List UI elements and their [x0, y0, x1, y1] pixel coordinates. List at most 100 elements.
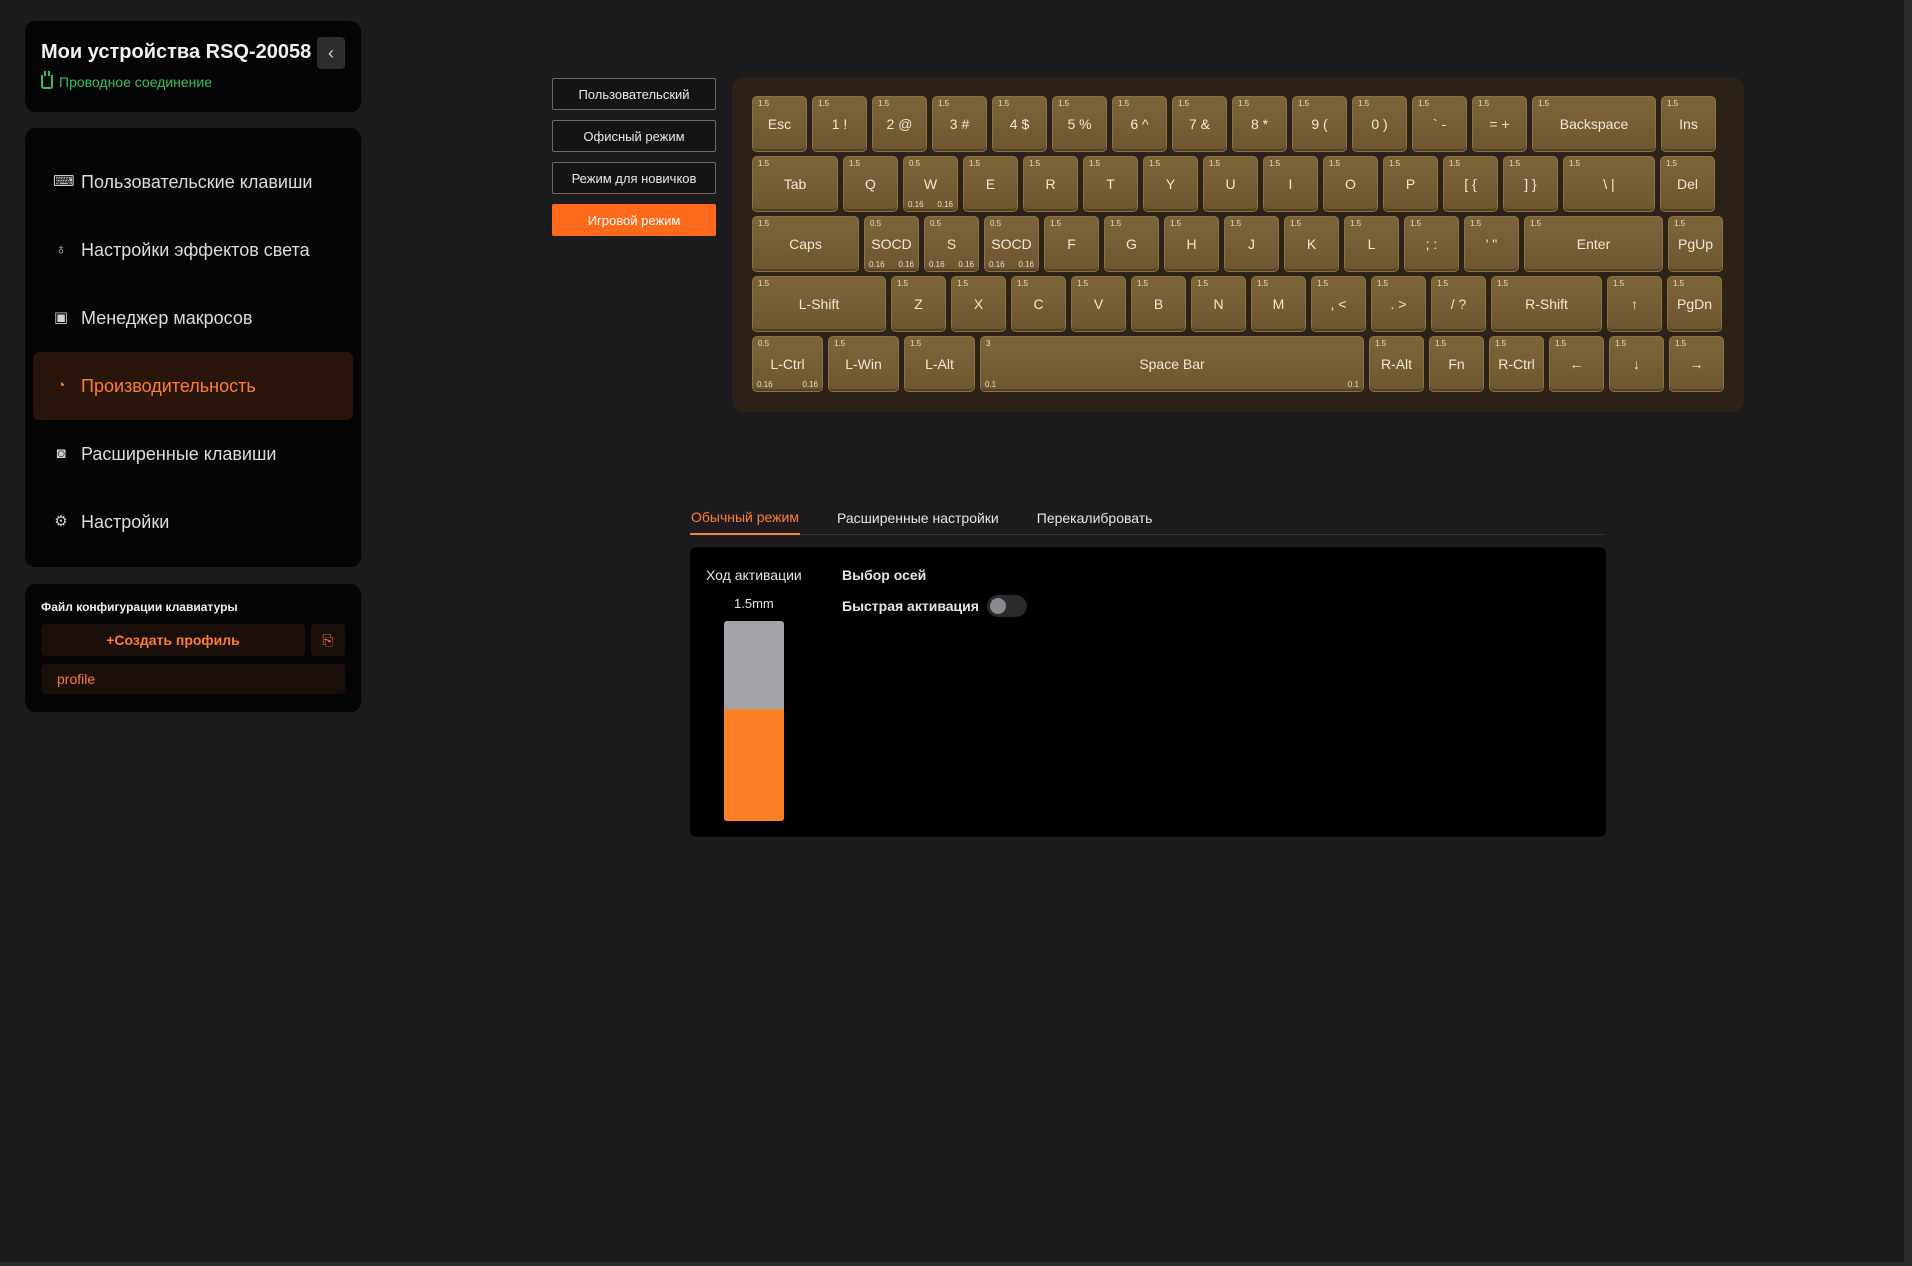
key[interactable]: 1.5 M — [1251, 276, 1306, 332]
sidebar-item-lighting[interactable]: ♁ Настройки эффектов света — [33, 216, 353, 284]
key[interactable]: 1.5 5 % — [1052, 96, 1107, 152]
key[interactable]: 1.5 R — [1023, 156, 1078, 212]
key[interactable]: 1.5 T — [1083, 156, 1138, 212]
key-label: Z — [914, 296, 923, 312]
sidebar-item-custom-keys[interactable]: ⌨ Пользовательские клавиши — [33, 148, 353, 216]
key[interactable]: 1.5 E — [963, 156, 1018, 212]
create-profile-button[interactable]: +Создать профиль — [41, 624, 305, 656]
key[interactable]: 1.5 B — [1131, 276, 1186, 332]
key[interactable]: 1.5 Backspace — [1532, 96, 1656, 152]
key[interactable]: 1.5 Q — [843, 156, 898, 212]
key[interactable]: 1.5 ← — [1549, 336, 1604, 392]
key[interactable]: 1.5 9 ( — [1292, 96, 1347, 152]
key[interactable]: 1.5 Enter — [1524, 216, 1663, 272]
key-actuation-point: 1.5 — [1170, 219, 1182, 228]
key[interactable]: 1.5 Tab — [752, 156, 838, 212]
key[interactable]: 1.5 Caps — [752, 216, 859, 272]
key[interactable]: 1.5 ' " — [1464, 216, 1519, 272]
sidebar-item-settings[interactable]: ⚙ Настройки — [33, 488, 353, 556]
key[interactable]: 1.5[ { — [1443, 156, 1498, 212]
key[interactable]: 1.5 Del — [1660, 156, 1715, 212]
key[interactable]: 1.5 1 ! — [812, 96, 867, 152]
profile-list-item[interactable]: profile — [41, 664, 345, 694]
key[interactable]: 1.5 L-Alt — [904, 336, 975, 392]
key[interactable]: 3 Space Bar 0.1 0.1 — [980, 336, 1364, 392]
key[interactable]: 1.5 → — [1669, 336, 1724, 392]
key[interactable]: 1.5 4 $ — [992, 96, 1047, 152]
rapid-trigger-toggle[interactable] — [986, 595, 1027, 617]
key[interactable]: 0.5 L-Ctrl 0.16 0.16 — [752, 336, 823, 392]
key[interactable]: 1.5 Esc — [752, 96, 807, 152]
key[interactable]: 1.5 N — [1191, 276, 1246, 332]
key[interactable]: 1.5 O — [1323, 156, 1378, 212]
key[interactable]: 1.5 V — [1071, 276, 1126, 332]
mode-office-button[interactable]: Офисный режим — [552, 120, 716, 152]
key[interactable]: 1.5 U — [1203, 156, 1258, 212]
key[interactable]: 1.5] } — [1503, 156, 1558, 212]
key[interactable]: 1.5 K — [1284, 216, 1339, 272]
key[interactable]: 1.5 L-Shift — [752, 276, 886, 332]
key[interactable]: 1.5 H — [1164, 216, 1219, 272]
key-actuation-point: 1.5 — [1437, 279, 1449, 288]
key[interactable]: 1.5 X — [951, 276, 1006, 332]
key[interactable]: 1.5 7 & — [1172, 96, 1227, 152]
key[interactable]: 1.5 3 # — [932, 96, 987, 152]
key[interactable]: 1.5. > — [1371, 276, 1426, 332]
key-label: K — [1306, 236, 1317, 252]
key[interactable]: 1.5 P — [1383, 156, 1438, 212]
key[interactable]: 1.5 R-Alt — [1369, 336, 1424, 392]
key[interactable]: 1.5 6 ^ — [1112, 96, 1167, 152]
key[interactable]: 1.5 L — [1344, 216, 1399, 272]
key[interactable]: 1.5 2 @ — [872, 96, 927, 152]
mode-gaming-button[interactable]: Игровой режим — [552, 204, 716, 236]
key[interactable]: 1.5 Y — [1143, 156, 1198, 212]
key[interactable]: 1.5 = + — [1472, 96, 1527, 152]
key[interactable]: 1.5 8 * — [1232, 96, 1287, 152]
key[interactable]: 1.5 G — [1104, 216, 1159, 272]
key[interactable]: 1.5 ↑ — [1607, 276, 1662, 332]
tab-recalibrate[interactable]: Перекалибровать — [1036, 500, 1154, 535]
sidebar-item-advanced-keys[interactable]: ◙ Расширенные клавиши — [33, 420, 353, 488]
mode-beginner-button[interactable]: Режим для новичков — [552, 162, 716, 194]
key[interactable]: 0.5 W 0.16 0.16 — [903, 156, 958, 212]
tab-advanced-settings[interactable]: Расширенные настройки — [836, 500, 1000, 535]
key[interactable]: 1.5 PgDn — [1667, 276, 1722, 332]
tab-normal-mode[interactable]: Обычный режим — [690, 500, 800, 535]
mode-custom-button[interactable]: Пользовательский — [552, 78, 716, 110]
key[interactable]: 0.5 SOCD 0.16 0.16 — [984, 216, 1039, 272]
key[interactable]: 1.5 R-Ctrl — [1489, 336, 1544, 392]
key-label: 4 $ — [1009, 116, 1030, 132]
key[interactable]: 1.5 ` - — [1412, 96, 1467, 152]
key-label: N — [1213, 296, 1224, 312]
key[interactable]: 1.5 F — [1044, 216, 1099, 272]
key-actuation-point: 1.5 — [1029, 159, 1041, 168]
key[interactable]: 1.5 Fn — [1429, 336, 1484, 392]
key[interactable]: 1.5 L-Win — [828, 336, 899, 392]
key[interactable]: 1.5 R-Shift — [1491, 276, 1602, 332]
key[interactable]: 1.5 Z — [891, 276, 946, 332]
key-actuation-point: 1.5 — [1089, 159, 1101, 168]
key[interactable]: 0.5 SOCD 0.16 0.16 — [864, 216, 919, 272]
key[interactable]: 1.5 C — [1011, 276, 1066, 332]
key[interactable]: 1.5 0 ) — [1352, 96, 1407, 152]
key[interactable]: 0.5 S 0.16 0.16 — [924, 216, 979, 272]
sidebar-item-macros[interactable]: ▣ Менеджер макросов — [33, 284, 353, 352]
key[interactable]: 1.5, < — [1311, 276, 1366, 332]
actuation-slider[interactable] — [724, 621, 784, 821]
key[interactable]: 1.5 \ | — [1563, 156, 1655, 212]
key[interactable]: 1.5; : — [1404, 216, 1459, 272]
key-actuation-point: 1.5 — [1555, 339, 1567, 348]
sidebar-item-performance[interactable]: ◔ Производительность — [33, 352, 353, 420]
key[interactable]: 1.5 Ins — [1661, 96, 1716, 152]
key[interactable]: 1.5 J — [1224, 216, 1279, 272]
key-label: 2 @ — [886, 116, 913, 132]
collapse-sidebar-button[interactable]: ‹ — [317, 37, 345, 69]
key[interactable]: 1.5 PgUp — [1668, 216, 1723, 272]
key[interactable]: 1.5 ↓ — [1609, 336, 1664, 392]
export-profile-button[interactable]: ⎘ — [311, 624, 345, 656]
key-label: Tab — [783, 176, 807, 192]
key[interactable]: 1.5 I — [1263, 156, 1318, 212]
key[interactable]: 1.5/ ? — [1431, 276, 1486, 332]
key-label: Enter — [1576, 236, 1611, 252]
bulb-icon: ♁ — [55, 241, 67, 258]
